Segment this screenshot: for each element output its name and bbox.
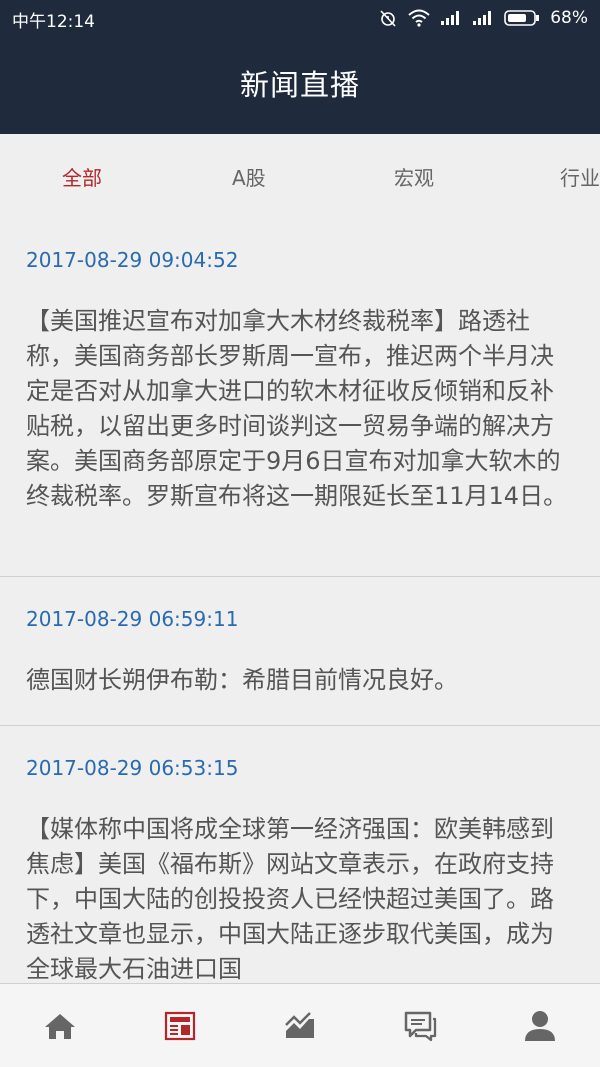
page-title: 新闻直播: [239, 68, 360, 102]
news-timestamp: 2017-08-29 09:04:52: [26, 248, 239, 272]
bottom-nav: [0, 983, 600, 1067]
category-tabs: 全部 A股 宏观 行业: [0, 134, 600, 218]
news-content: 【美国推迟宣布对加拿大木材终裁税率】路透社称，美国商务部长罗斯周一宣布，推迟两个…: [26, 307, 568, 510]
user-icon[interactable]: [520, 1008, 560, 1044]
tab-macro[interactable]: 宏观: [394, 162, 434, 191]
news-icon[interactable]: [160, 1008, 200, 1044]
news-content: 德国财长朔伊布勒：希腊目前情况良好。: [26, 666, 458, 694]
signal-icon: [440, 10, 462, 26]
app-header: 新闻直播: [0, 36, 600, 134]
news-timestamp: 2017-08-29 06:59:11: [26, 607, 239, 631]
wifi-icon: [408, 9, 430, 27]
news-item[interactable]: 2017-08-29 06:59:11 德国财长朔伊布勒：希腊目前情况良好。: [0, 577, 600, 726]
status-time: 中午12:14: [12, 12, 95, 32]
news-content: 【媒体称中国将成全球第一经济强国：欧美韩感到焦虑】美国《福布斯》网站文章表示，在…: [26, 815, 554, 983]
chat-icon[interactable]: [400, 1008, 440, 1044]
tab-a-shares[interactable]: A股: [232, 162, 266, 191]
battery-icon: [504, 9, 540, 27]
signal-icon: [472, 10, 494, 26]
home-icon[interactable]: [40, 1008, 80, 1044]
news-item[interactable]: 2017-08-29 06:53:15 【媒体称中国将成全球第一经济强国：欧美韩…: [0, 726, 600, 983]
news-feed[interactable]: 2017-08-29 09:04:52 【美国推迟宣布对加拿大木材终裁税率】路透…: [0, 218, 600, 983]
chart-icon[interactable]: [280, 1008, 320, 1044]
news-item[interactable]: 2017-08-29 09:04:52 【美国推迟宣布对加拿大木材终裁税率】路透…: [0, 218, 600, 577]
tab-all[interactable]: 全部: [62, 162, 102, 191]
status-icons: 68%: [378, 6, 588, 30]
news-timestamp: 2017-08-29 06:53:15: [26, 756, 239, 780]
tab-industry[interactable]: 行业: [560, 162, 600, 191]
alarm-off-icon: [378, 8, 398, 28]
battery-percent: 68%: [550, 8, 588, 28]
status-bar: 中午12:14 68%: [0, 0, 600, 36]
